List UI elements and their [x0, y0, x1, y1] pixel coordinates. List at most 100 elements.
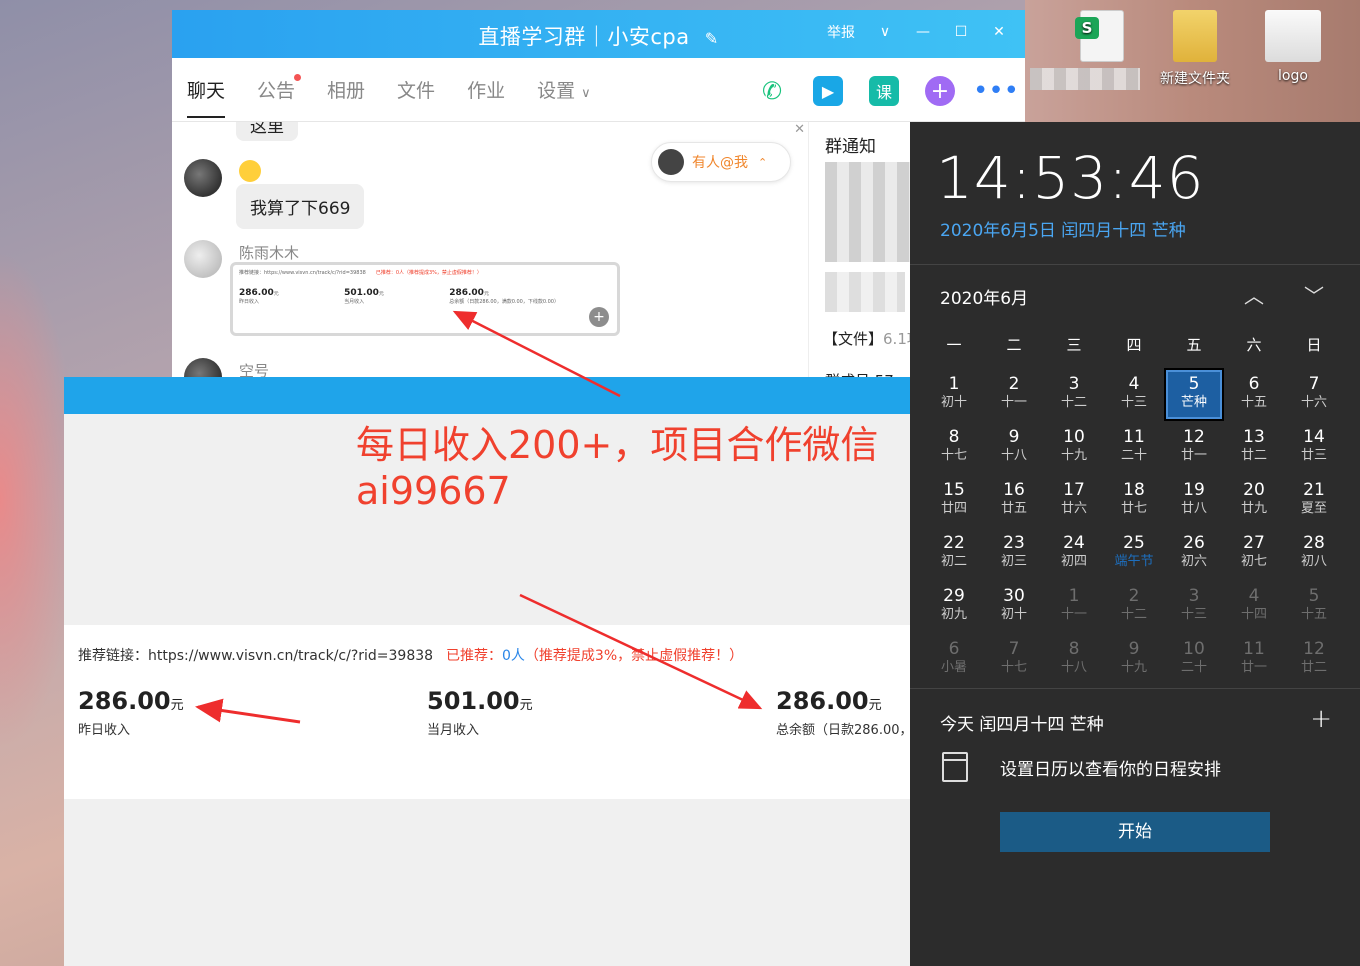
maximize-icon[interactable]: ☐ — [953, 24, 969, 40]
calendar-day[interactable]: 22 初二 — [924, 527, 984, 580]
calendar-day[interactable]: 1 十一 — [1044, 580, 1104, 633]
thumb-ref: 推荐链接：https://www.visvn.cn/track/c/?rid=3… — [239, 270, 366, 276]
calendar-day[interactable]: 6 小暑 — [924, 633, 984, 686]
calendar-day[interactable]: 16 廿五 — [984, 474, 1044, 527]
calendar-day[interactable]: 25 端午节 — [1104, 527, 1164, 580]
add-event-icon[interactable]: + — [1310, 704, 1332, 734]
day-number: 15 — [943, 480, 965, 500]
image-message[interactable]: 推荐链接：https://www.visvn.cn/track/c/?rid=3… — [230, 262, 620, 336]
chevron-down-icon[interactable]: ﹀ — [1304, 280, 1324, 309]
tab-album[interactable]: 相册 — [327, 76, 365, 103]
calendar-day[interactable]: 3 十三 — [1164, 580, 1224, 633]
calendar-day[interactable]: 11 二十 — [1104, 421, 1164, 474]
calendar-day[interactable]: 28 初八 — [1284, 527, 1344, 580]
calendar-day[interactable]: 1 初十 — [924, 368, 984, 421]
kiss-emoji-icon — [239, 160, 261, 182]
thumb-stat: 286.00元 昨日收入 — [239, 288, 279, 305]
minimize-icon[interactable]: — — [915, 24, 931, 40]
calendar-day[interactable]: 21 夏至 — [1284, 474, 1344, 527]
video-call-icon[interactable]: ▶ — [813, 76, 843, 106]
start-button[interactable]: 开始 — [1000, 812, 1270, 852]
day-number: 3 — [1068, 374, 1080, 394]
calendar-day[interactable]: 2 十一 — [984, 368, 1044, 421]
calendar-day[interactable]: 12 廿二 — [1284, 633, 1344, 686]
calendar-day[interactable]: 8 十八 — [1044, 633, 1104, 686]
lunar-label: 十五 — [1240, 395, 1267, 410]
day-number: 4 — [1248, 586, 1260, 606]
tab-files[interactable]: 文件 — [397, 76, 435, 103]
lunar-label: 初六 — [1180, 554, 1207, 569]
avatar[interactable] — [184, 240, 222, 278]
calendar-day[interactable]: 10 二十 — [1164, 633, 1224, 686]
calendar-day[interactable]: 24 初四 — [1044, 527, 1104, 580]
stat-unit: 元 — [170, 698, 184, 713]
report-button[interactable]: 举报 — [827, 22, 855, 42]
chevron-up-icon[interactable]: ︿ — [1244, 280, 1264, 309]
tab-homework[interactable]: 作业 — [467, 76, 505, 103]
close-icon[interactable]: ✕ — [794, 122, 805, 137]
desktop-icon-spreadsheet[interactable]: S — [1057, 10, 1147, 68]
calendar-day[interactable]: 4 十四 — [1224, 580, 1284, 633]
calendar-day[interactable]: 5 十五 — [1284, 580, 1344, 633]
mention-notice[interactable]: 有人@我 ⌃ — [651, 142, 791, 182]
calendar-day[interactable]: 6 十五 — [1224, 368, 1284, 421]
chat-toolbar: ✆ ▶ 课 + ••• — [757, 76, 1019, 106]
close-icon[interactable]: ✕ — [991, 24, 1007, 40]
calendar-day[interactable]: 3 十二 — [1044, 368, 1104, 421]
calendar-day[interactable]: 30 初十 — [984, 580, 1044, 633]
stat-balance: 286.00元 总余额（日款286.00， — [776, 687, 913, 738]
course-button[interactable]: 课 — [869, 76, 899, 106]
zoom-in-icon[interactable]: + — [589, 307, 609, 327]
thumb-label: 当月收入 — [344, 299, 365, 305]
calendar-day[interactable]: 18 廿七 — [1104, 474, 1164, 527]
desktop-icon-new-folder[interactable]: 新建文件夹 — [1150, 10, 1240, 88]
file-notice[interactable]: 【文件】6.1项 — [823, 328, 922, 349]
referral-link[interactable]: 推荐链接：https://www.visvn.cn/track/c/?rid=3… — [78, 645, 433, 665]
message-list[interactable]: 这里 我算了下669 陈雨木木 推荐链接：https://www.visvn.c… — [172, 122, 807, 380]
calendar-day[interactable]: 29 初九 — [924, 580, 984, 633]
calendar-day[interactable]: 2 十二 — [1104, 580, 1164, 633]
avatar[interactable] — [184, 159, 222, 197]
date-link[interactable]: 2020年6月5日 闰四月十四 芒种 — [940, 216, 1186, 241]
calendar-day[interactable]: 11 廿一 — [1224, 633, 1284, 686]
blurred-notice-content — [825, 162, 913, 262]
calendar-day[interactable]: 4 十三 — [1104, 368, 1164, 421]
chevron-down-icon[interactable]: ∨ — [877, 24, 893, 40]
calendar-day[interactable]: 26 初六 — [1164, 527, 1224, 580]
earnings-card: 推荐链接：https://www.visvn.cn/track/c/?rid=3… — [64, 625, 913, 799]
add-app-icon[interactable]: + — [925, 76, 955, 106]
calendar-day[interactable]: 9 十九 — [1104, 633, 1164, 686]
calendar-day[interactable]: 7 十七 — [984, 633, 1044, 686]
calendar-day-today[interactable]: 5 芒种 — [1164, 368, 1224, 421]
calendar-day[interactable]: 23 初三 — [984, 527, 1044, 580]
lunar-label: 十七 — [940, 448, 967, 463]
tab-announcement[interactable]: 公告 — [257, 74, 302, 103]
day-number: 27 — [1243, 533, 1265, 553]
calendar-day[interactable]: 27 初七 — [1224, 527, 1284, 580]
month-label[interactable]: 2020年6月 — [940, 284, 1028, 309]
stat-month: 501.00元 当月收入 — [427, 687, 533, 738]
day-number: 6 — [1248, 374, 1260, 394]
weekday-label: 四 — [1126, 336, 1142, 354]
more-icon[interactable]: ••• — [973, 76, 1019, 106]
calendar-day[interactable]: 10 十九 — [1044, 421, 1104, 474]
phone-call-icon[interactable]: ✆ — [757, 76, 787, 106]
calendar-day[interactable]: 15 廿四 — [924, 474, 984, 527]
calendar-day[interactable]: 19 廿八 — [1164, 474, 1224, 527]
tab-chat[interactable]: 聊天 — [187, 76, 226, 118]
day-number: 14 — [1303, 427, 1325, 447]
lunar-label: 十六 — [1300, 395, 1327, 410]
calendar-day[interactable]: 12 廿一 — [1164, 421, 1224, 474]
edit-pen-icon[interactable]: ✎ — [705, 29, 719, 48]
calendar-day[interactable]: 20 廿九 — [1224, 474, 1284, 527]
tab-settings[interactable]: 设置 ∨ — [537, 76, 591, 103]
day-number: 23 — [1003, 533, 1025, 553]
calendar-day[interactable]: 9 十八 — [984, 421, 1044, 474]
desktop-icon-logo[interactable]: logo — [1248, 10, 1338, 84]
calendar-day[interactable]: 13 廿二 — [1224, 421, 1284, 474]
calendar-day[interactable]: 7 十六 — [1284, 368, 1344, 421]
calendar-day[interactable]: 14 廿三 — [1284, 421, 1344, 474]
calendar-day[interactable]: 8 十七 — [924, 421, 984, 474]
calendar-day[interactable]: 17 廿六 — [1044, 474, 1104, 527]
day-number: 2 — [1128, 586, 1140, 606]
